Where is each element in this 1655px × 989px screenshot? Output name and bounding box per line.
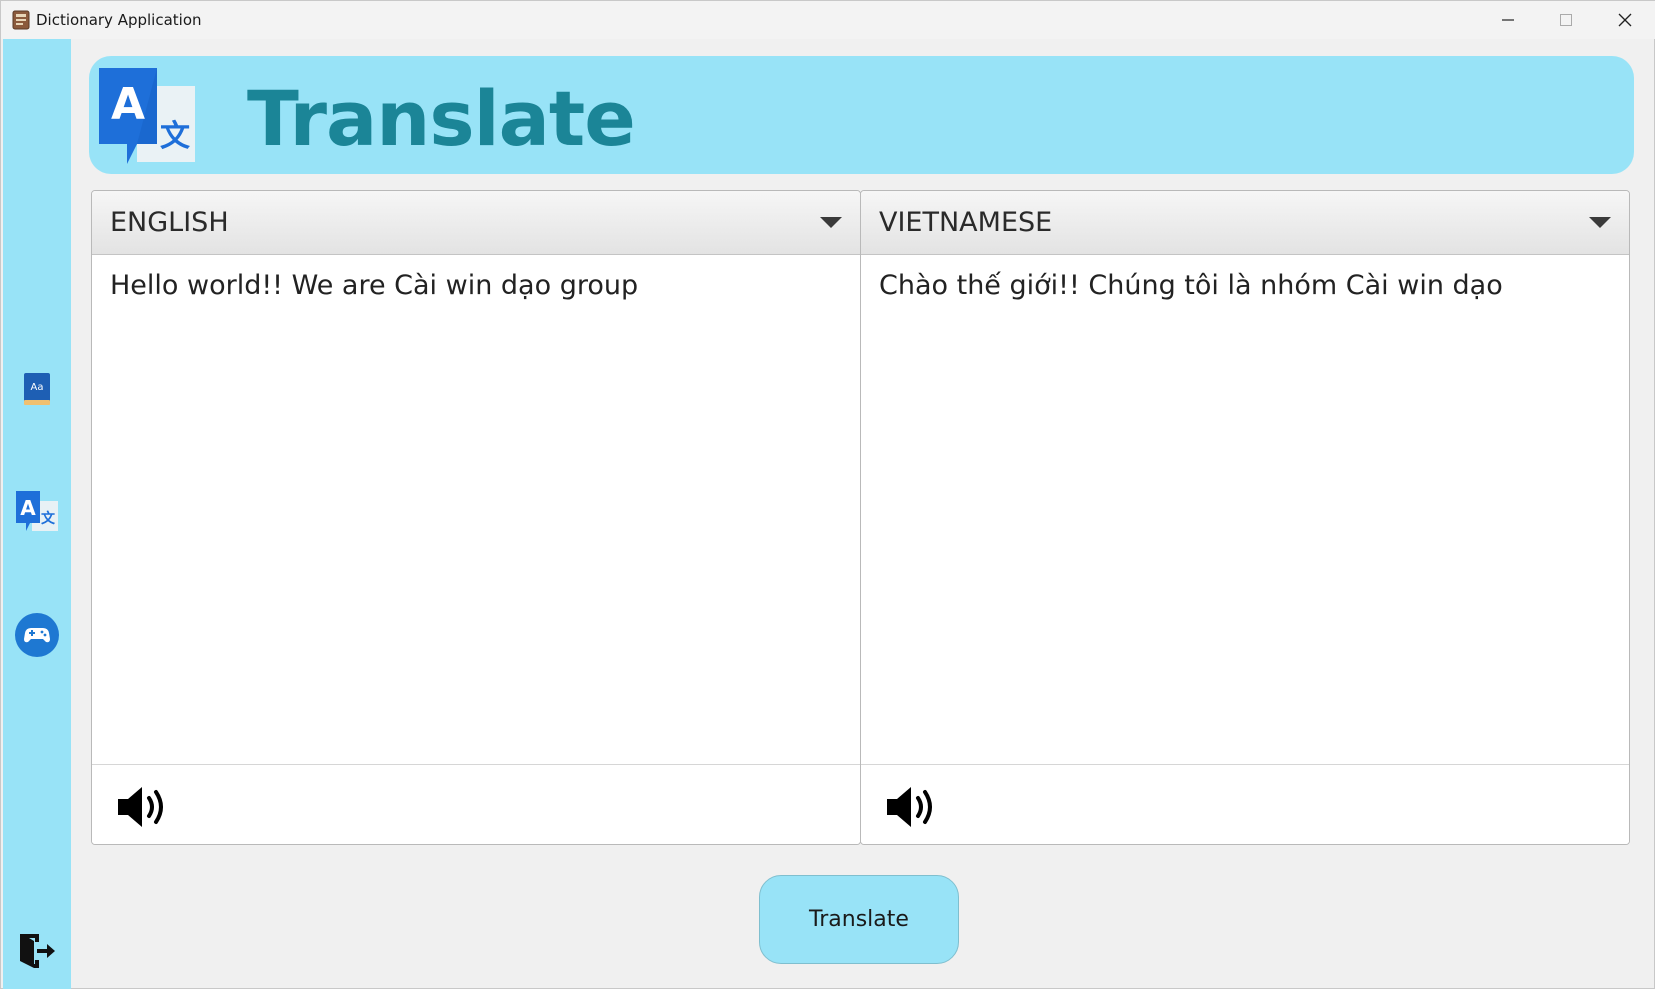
translate-icon: A 文 — [99, 68, 195, 164]
svg-text:A: A — [20, 496, 36, 520]
speaker-icon[interactable] — [885, 783, 941, 831]
translate-icon: A 文 — [16, 491, 58, 531]
chevron-down-icon — [1589, 217, 1611, 228]
maximize-icon — [1560, 14, 1572, 26]
minimize-button[interactable] — [1479, 1, 1537, 39]
svg-text:文: 文 — [41, 510, 56, 527]
target-audio-bar — [861, 764, 1629, 844]
target-language-select[interactable]: VIETNAMESE — [861, 191, 1629, 255]
source-audio-bar — [92, 764, 860, 844]
title-bar: Dictionary Application — [1, 1, 1655, 39]
app-window: Dictionary Application Aa A 文 A 文 Transl… — [0, 0, 1655, 989]
sidebar-item-game[interactable] — [11, 609, 63, 661]
svg-text:A: A — [111, 79, 145, 130]
gamepad-icon — [15, 613, 59, 657]
chevron-down-icon — [820, 217, 842, 228]
source-language-select[interactable]: ENGLISH — [92, 191, 860, 255]
source-panel: ENGLISH Hello world!! We are Cài win dạo… — [91, 190, 861, 845]
window-title: Dictionary Application — [36, 11, 202, 29]
close-button[interactable] — [1596, 1, 1654, 39]
target-language-label: VIETNAMESE — [879, 207, 1053, 238]
minimize-icon — [1502, 19, 1514, 21]
sidebar-item-exit[interactable] — [11, 925, 63, 977]
page-header: A 文 Translate — [89, 56, 1634, 174]
exit-icon — [20, 934, 55, 968]
app-book-icon — [12, 10, 30, 30]
dictionary-book-icon: Aa — [24, 373, 50, 405]
source-text-input[interactable]: Hello world!! We are Cài win dạo group — [92, 255, 860, 764]
svg-text:Aa: Aa — [31, 382, 44, 393]
sidebar: Aa A 文 — [3, 39, 71, 989]
target-text-output[interactable]: Chào thế giới!! Chúng tôi là nhóm Cài wi… — [861, 255, 1629, 764]
translate-button[interactable]: Translate — [759, 875, 959, 964]
speaker-icon[interactable] — [116, 783, 172, 831]
sidebar-item-dictionary[interactable]: Aa — [11, 363, 63, 415]
close-icon — [1618, 13, 1632, 27]
maximize-button[interactable] — [1537, 1, 1595, 39]
sidebar-item-translate[interactable]: A 文 — [11, 486, 63, 538]
source-language-label: ENGLISH — [110, 207, 229, 238]
svg-text:文: 文 — [160, 119, 190, 154]
target-panel: VIETNAMESE Chào thế giới!! Chúng tôi là … — [860, 190, 1630, 845]
page-title: Translate — [247, 74, 636, 163]
